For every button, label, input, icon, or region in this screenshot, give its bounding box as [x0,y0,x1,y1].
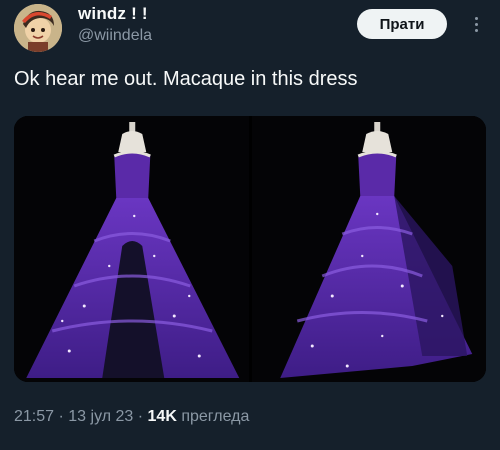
tweet-meta: 21:57 · 13 јул 23 · 14K прегледа [14,408,249,426]
more-dots-icon [474,15,478,33]
display-name[interactable]: windz ! ! [78,4,148,24]
views-count: 14K [147,408,177,425]
media-image-left[interactable] [14,116,249,382]
purple-gown-image-right [251,116,486,382]
avatar-image [14,4,62,52]
follow-button[interactable]: Прати [357,9,447,39]
tweet: windz ! ! @wiindela Прати Ok hear me out… [0,0,500,450]
avatar[interactable] [14,4,62,52]
media-image-right[interactable] [251,116,486,382]
tweet-date[interactable]: 13 јул 23 [68,408,133,425]
tweet-time[interactable]: 21:57 [14,408,54,425]
media-grid [14,116,486,382]
more-options-button[interactable] [462,10,490,38]
tweet-text: Ok hear me out. Macaque in this dress [14,68,358,90]
meta-separator: · [133,408,148,425]
purple-gown-image-left [14,116,249,382]
username-handle[interactable]: @wiindela [78,27,152,45]
meta-separator: · [54,408,69,425]
views-label: прегледа [176,408,250,425]
